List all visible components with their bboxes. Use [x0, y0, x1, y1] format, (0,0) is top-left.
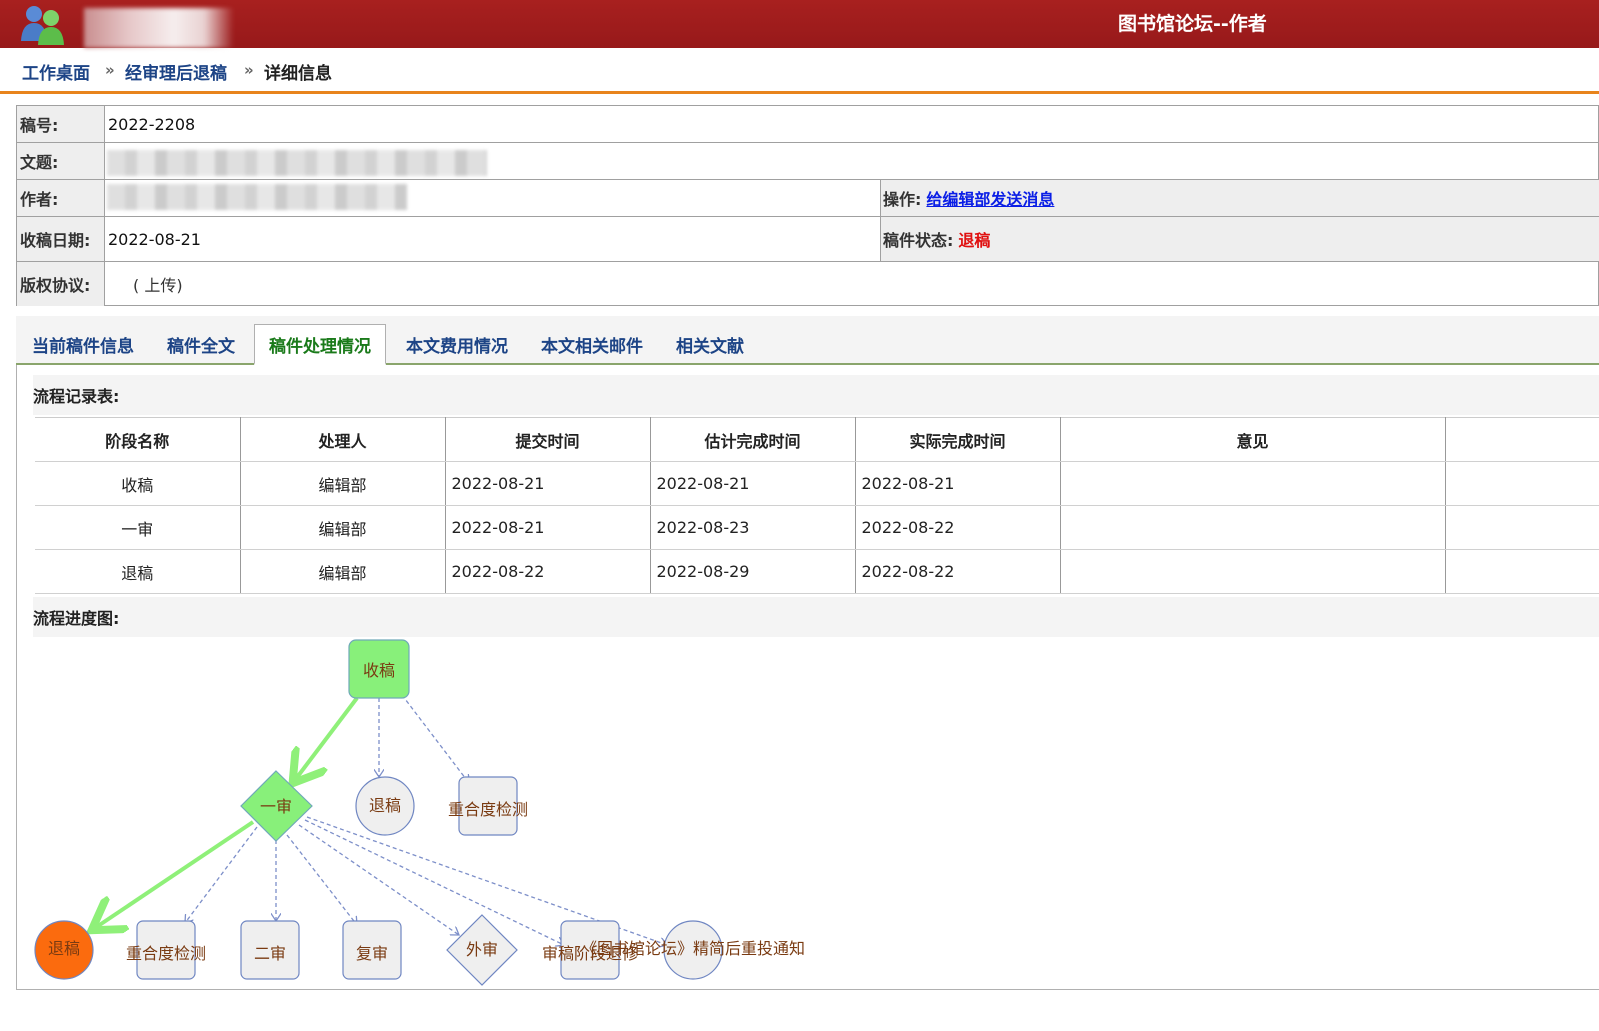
node-resubmit-notice-label: 《图书馆论坛》精简后重投通知 — [581, 939, 805, 958]
node-first-review-label: 一审 — [260, 797, 292, 816]
tab-bar: 当前稿件信息 稿件全文 稿件处理情况 本文费用情况 本文相关邮件 相关文献 — [16, 316, 1599, 365]
edge-first-review-to-reject — [95, 820, 255, 928]
breadcrumb: 工作桌面 » 经审理后退稿 » 详细信息 — [0, 48, 1599, 94]
node-external-review: 外审 — [446, 914, 518, 986]
node-second-review: 二审 — [240, 920, 300, 980]
author-label: 作者: — [17, 180, 105, 216]
upload-link[interactable]: ( 上传) — [133, 262, 183, 306]
site-title: 图书馆论坛--作者 — [1118, 13, 1267, 35]
number-value: 2022-2208 — [108, 114, 196, 134]
date-value: 2022-08-21 — [108, 229, 201, 249]
breadcrumb-section[interactable]: 经审理后退稿 — [125, 59, 227, 84]
edge-receive-to-first-review — [295, 696, 359, 780]
tab-processing[interactable]: 稿件处理情况 — [254, 324, 386, 365]
node-rejected: 退稿 — [34, 920, 94, 980]
status-cell: 稿件状态: 退稿 — [880, 217, 1599, 261]
breadcrumb-separator: » — [244, 61, 254, 79]
tab-emails[interactable]: 本文相关邮件 — [541, 324, 643, 365]
date-label: 收稿日期: — [17, 217, 105, 261]
info-row-copyright: 版权协议: ( 上传) — [17, 262, 1599, 306]
flow-progress-diagram: 收稿 一审 退稿 重合度检测 退稿 重合度检测 二审 复审 外审 审稿阶段退修 … — [34, 639, 805, 986]
action-cell: 操作: 给编辑部发送消息 — [880, 180, 1599, 216]
users-icon — [21, 6, 64, 45]
status-badge: 退稿 — [958, 231, 991, 250]
title-redacted — [107, 150, 487, 176]
copyright-label: 版权协议: — [17, 262, 105, 306]
breadcrumb-current: 详细信息 — [264, 64, 332, 84]
node-rejected-label: 退稿 — [48, 939, 80, 958]
tab-current-info[interactable]: 当前稿件信息 — [32, 324, 134, 365]
node-first-review: 一审 — [240, 770, 313, 842]
node-reject-pending: 退稿 — [355, 776, 415, 836]
info-row-author: 作者: 操作: 给编辑部发送消息 — [17, 180, 1599, 217]
edge-dashed — [286, 834, 357, 925]
edge-dashed — [401, 694, 469, 783]
title-label: 文题: — [17, 143, 105, 179]
node-second-review-label: 二审 — [254, 944, 286, 963]
edge-dashed — [298, 824, 459, 935]
node-external-review-label: 外审 — [466, 940, 498, 959]
tab-fulltext[interactable]: 稿件全文 — [167, 324, 235, 365]
node-similarity-check-2-label: 重合度检测 — [126, 944, 206, 963]
manuscript-info-table: 稿号: 2022-2208 文题: 作者: 操作: 给编辑部发送消息 收稿日期:… — [16, 105, 1599, 306]
info-row-date: 收稿日期: 2022-08-21 稿件状态: 退稿 — [17, 217, 1599, 262]
send-message-link[interactable]: 给编辑部发送消息 — [926, 186, 1054, 210]
author-redacted — [107, 184, 407, 210]
node-reject-pending-label: 退稿 — [369, 796, 401, 815]
node-similarity-check: 重合度检测 — [448, 776, 528, 836]
number-label: 稿号: — [17, 106, 105, 142]
tab-related-docs[interactable]: 相关文献 — [676, 324, 744, 365]
breadcrumb-separator: » — [105, 61, 115, 79]
node-receive: 收稿 — [348, 639, 410, 699]
node-similarity-check-2: 重合度检测 — [126, 920, 206, 980]
status-label: 稿件状态: — [883, 231, 954, 250]
info-row-title: 文题: — [17, 143, 1599, 180]
node-re-review: 复审 — [342, 920, 402, 980]
info-row-number: 稿号: 2022-2208 — [17, 106, 1599, 143]
processing-panel: 流程记录表: 阶段名称 处理人 提交时间 估计完成时间 实际完成时间 意见 收稿… — [16, 365, 1599, 990]
username-redacted — [84, 8, 234, 48]
tab-fees[interactable]: 本文费用情况 — [406, 324, 508, 365]
node-receive-label: 收稿 — [363, 661, 395, 680]
node-re-review-label: 复审 — [356, 944, 388, 963]
node-similarity-check-label: 重合度检测 — [448, 800, 528, 819]
action-label: 操作: — [883, 190, 922, 209]
top-banner: 图书馆论坛--作者 — [0, 0, 1599, 48]
breadcrumb-home[interactable]: 工作桌面 — [22, 59, 90, 84]
